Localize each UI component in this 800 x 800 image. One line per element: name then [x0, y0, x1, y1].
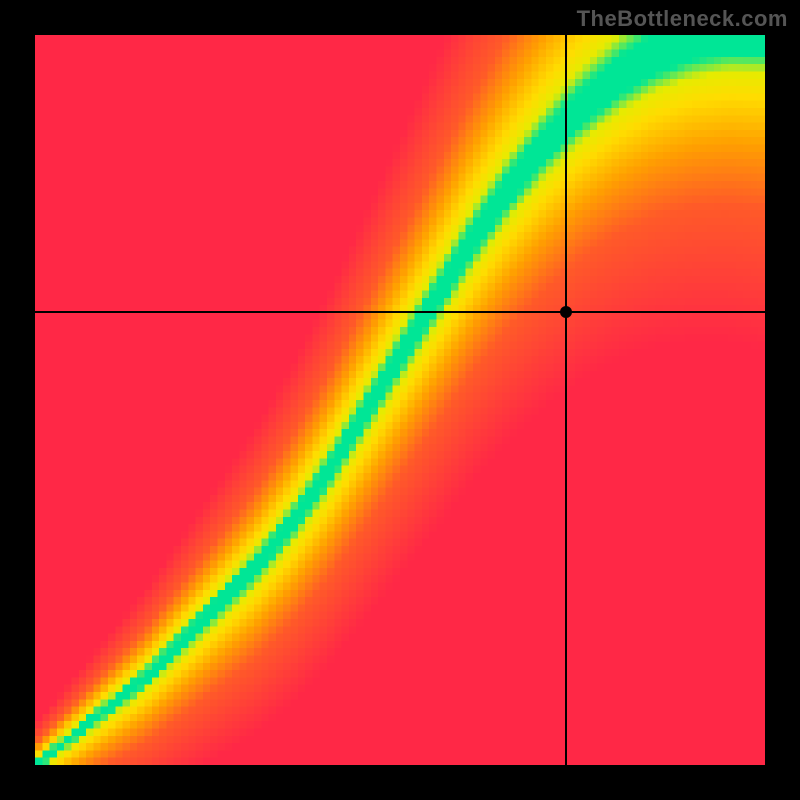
crosshair-horizontal — [35, 311, 765, 313]
chart-frame: TheBottleneck.com — [0, 0, 800, 800]
heatmap-plot — [35, 35, 765, 765]
heatmap-canvas — [35, 35, 765, 765]
crosshair-vertical — [565, 35, 567, 765]
marker-dot — [560, 306, 572, 318]
watermark-text: TheBottleneck.com — [577, 6, 788, 32]
